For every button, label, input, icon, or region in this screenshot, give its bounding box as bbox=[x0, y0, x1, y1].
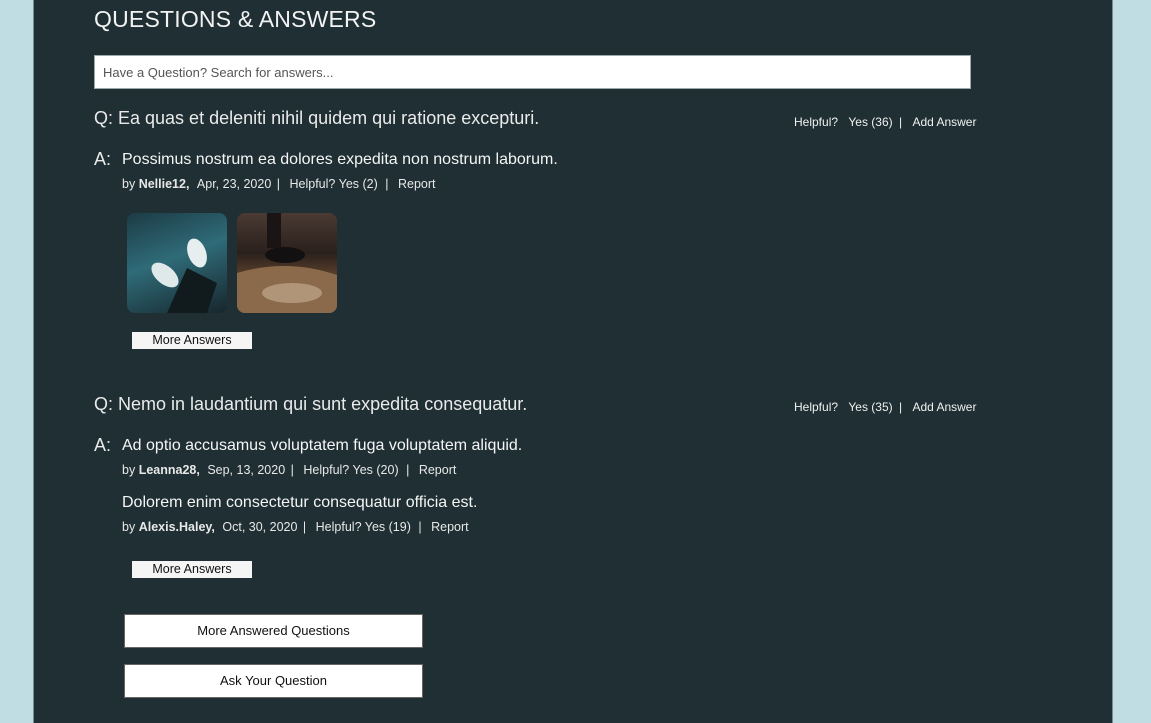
separator: | bbox=[302, 520, 307, 534]
add-answer-link[interactable]: Add Answer bbox=[912, 115, 976, 129]
add-answer-link[interactable]: Add Answer bbox=[912, 400, 976, 414]
question-text: Q: Ea quas et deleniti nihil quidem qui … bbox=[94, 108, 540, 128]
more-answered-questions-button[interactable]: More Answered Questions bbox=[124, 614, 423, 648]
by-label: by bbox=[122, 463, 136, 477]
answer-helpful-label: Helpful? bbox=[303, 463, 350, 477]
separator: | bbox=[418, 520, 422, 534]
answer-body: Possimus nostrum ea dolores expedita non… bbox=[122, 151, 558, 168]
answer-username: Leanna28, bbox=[138, 463, 200, 477]
answer-date: Sep, 13, 2020 bbox=[207, 463, 286, 477]
answer-photo-thumbnail[interactable] bbox=[127, 213, 227, 313]
more-answers-button[interactable]: More Answers bbox=[132, 561, 252, 578]
answer-helpful-label: Helpful? bbox=[289, 177, 336, 191]
answer-meta: by Nellie12, Apr, 23, 2020 | Helpful? Ye… bbox=[122, 177, 436, 191]
answer-date: Apr, 23, 2020 bbox=[196, 177, 272, 191]
answer-date: Oct, 30, 2020 bbox=[222, 520, 298, 534]
separator: | bbox=[276, 177, 281, 191]
helpful-label: Helpful? bbox=[794, 115, 839, 129]
by-label: by bbox=[122, 177, 136, 191]
answer-prefix: A: bbox=[94, 149, 112, 169]
answer-username: Nellie12, bbox=[138, 177, 190, 191]
answer-helpful-yes-link[interactable]: Yes (2) bbox=[339, 177, 378, 191]
search-input[interactable] bbox=[94, 55, 971, 89]
question-actions: Helpful? Yes (35) | Add Answer bbox=[794, 400, 979, 414]
helpful-yes-link[interactable]: Yes (36) bbox=[848, 115, 892, 129]
answer-prefix: A: bbox=[94, 435, 112, 455]
answer-helpful-yes-link[interactable]: Yes (19) bbox=[365, 520, 411, 534]
separator: | bbox=[385, 177, 389, 191]
separator: | bbox=[898, 115, 903, 129]
report-link[interactable]: Report bbox=[431, 520, 469, 534]
answer-username: Alexis.Haley, bbox=[138, 520, 215, 534]
helpful-yes-link[interactable]: Yes (35) bbox=[848, 400, 892, 414]
report-link[interactable]: Report bbox=[419, 463, 457, 477]
answer-body: Ad optio accusamus voluptatem fuga volup… bbox=[122, 437, 523, 454]
question-actions: Helpful? Yes (36) | Add Answer bbox=[794, 115, 979, 129]
separator: | bbox=[898, 400, 903, 414]
answer-meta: by Alexis.Haley, Oct, 30, 2020 | Helpful… bbox=[122, 520, 469, 534]
more-answers-button[interactable]: More Answers bbox=[132, 332, 252, 349]
ask-question-button[interactable]: Ask Your Question bbox=[124, 664, 423, 698]
answer-photo-thumbnail[interactable] bbox=[237, 213, 337, 313]
answer-meta: by Leanna28, Sep, 13, 2020 | Helpful? Ye… bbox=[122, 463, 456, 477]
helpful-label: Helpful? bbox=[794, 400, 839, 414]
by-label: by bbox=[122, 520, 136, 534]
answer-helpful-label: Helpful? bbox=[315, 520, 362, 534]
separator: | bbox=[406, 463, 410, 477]
section-title: QUESTIONS & ANSWERS bbox=[94, 6, 377, 32]
question-text: Q: Nemo in laudantium qui sunt expedita … bbox=[94, 394, 528, 414]
separator: | bbox=[290, 463, 294, 477]
answer-body: Dolorem enim consectetur consequatur off… bbox=[122, 494, 478, 511]
answer-helpful-yes-link[interactable]: Yes (20) bbox=[353, 463, 399, 477]
report-link[interactable]: Report bbox=[398, 177, 436, 191]
